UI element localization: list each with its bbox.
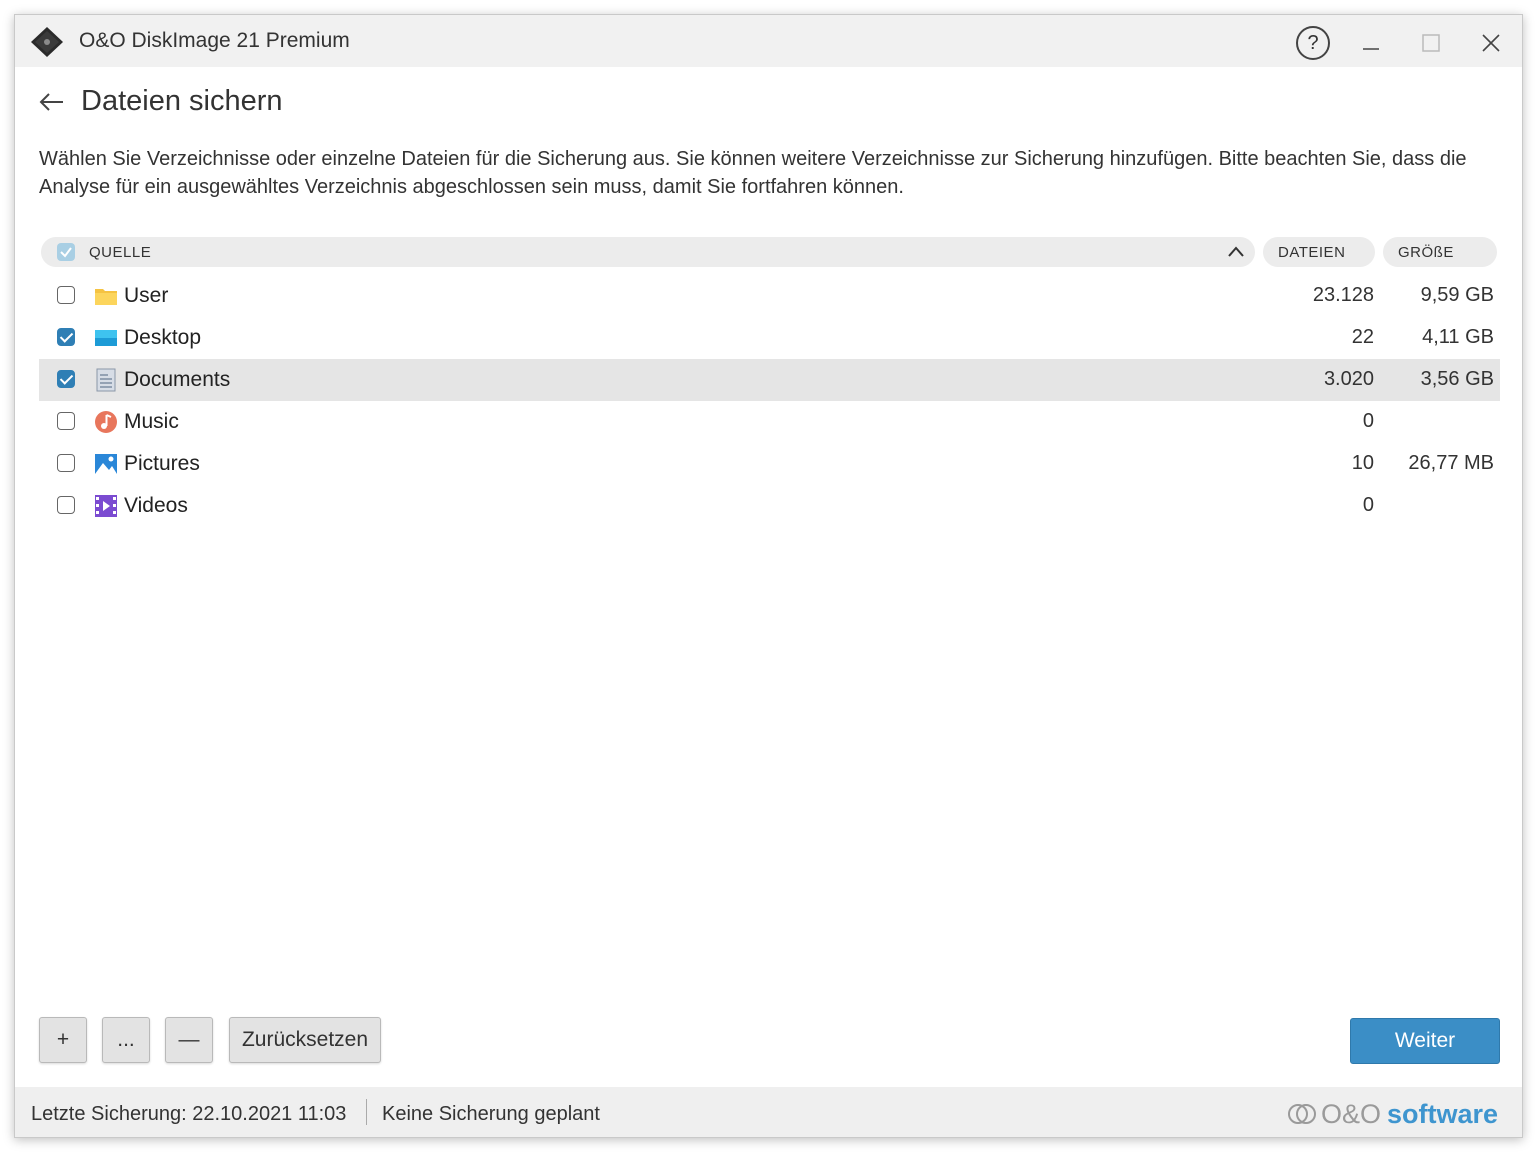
schedule-status: Keine Sicherung geplant xyxy=(382,1103,600,1125)
column-header-files[interactable]: DATEIEN xyxy=(1263,237,1375,267)
sort-chevron-up-icon[interactable] xyxy=(1227,245,1245,259)
folder-icon xyxy=(95,289,117,305)
close-button[interactable] xyxy=(1471,23,1511,63)
back-arrow-icon[interactable] xyxy=(37,87,67,117)
row-name: Videos xyxy=(124,494,188,517)
row-checkbox[interactable] xyxy=(57,286,75,304)
column-label-source: QUELLE xyxy=(89,244,152,261)
status-divider xyxy=(366,1099,367,1125)
row-checkbox[interactable] xyxy=(57,328,75,346)
more-button[interactable]: ... xyxy=(102,1017,150,1063)
row-name: User xyxy=(124,284,169,307)
select-all-checkbox[interactable] xyxy=(57,243,75,261)
row-checkbox[interactable] xyxy=(57,496,75,514)
row-size: 3,56 GB xyxy=(1420,368,1494,390)
app-logo-icon xyxy=(31,27,63,57)
list-item-pictures[interactable]: Pictures 10 26,77 MB xyxy=(39,443,1500,485)
list-item-documents[interactable]: Documents 3.020 3,56 GB xyxy=(39,359,1500,401)
row-checkbox[interactable] xyxy=(57,454,75,472)
help-icon: ? xyxy=(1296,26,1330,60)
remove-button[interactable]: — xyxy=(165,1017,213,1063)
column-header-source[interactable]: QUELLE xyxy=(41,237,1255,267)
add-button[interactable]: + xyxy=(39,1017,87,1063)
row-size: 4,11 GB xyxy=(1422,326,1494,348)
music-icon xyxy=(95,411,117,433)
row-files: 23.128 xyxy=(1312,284,1374,306)
pictures-icon xyxy=(95,454,117,474)
source-list: User 23.128 9,59 GB Desktop 22 4,11 GB D… xyxy=(39,275,1500,527)
minimize-button[interactable] xyxy=(1351,23,1391,63)
page-title: Dateien sichern xyxy=(81,85,283,117)
last-backup-status: Letzte Sicherung: 22.10.2021 11:03 xyxy=(31,1103,347,1125)
documents-icon xyxy=(96,368,116,392)
row-files: 3.020 xyxy=(1323,368,1374,390)
reset-button[interactable]: Zurücksetzen xyxy=(229,1017,381,1063)
brand-software-text: software xyxy=(1387,1098,1499,1129)
row-files: 0 xyxy=(1362,410,1374,432)
column-label-size: GRÖßE xyxy=(1398,244,1454,261)
row-checkbox[interactable] xyxy=(57,412,75,430)
row-size: 9,59 GB xyxy=(1420,284,1494,306)
row-name: Documents xyxy=(124,368,231,391)
desktop-icon xyxy=(95,330,117,346)
list-item-music[interactable]: Music 0 xyxy=(39,401,1500,443)
column-header-size[interactable]: GRÖßE xyxy=(1383,237,1497,267)
brand-logo: O&O software xyxy=(1287,1097,1498,1131)
page-description: Wählen Sie Verzeichnisse oder einzelne D… xyxy=(39,148,1467,198)
close-icon xyxy=(1482,34,1500,52)
window-title: O&O DiskImage 21 Premium xyxy=(79,29,350,52)
next-button[interactable]: Weiter xyxy=(1350,1018,1500,1064)
row-files: 10 xyxy=(1351,452,1374,474)
row-files: 22 xyxy=(1351,326,1374,348)
maximize-button[interactable] xyxy=(1411,23,1451,63)
status-bar: Letzte Sicherung: 22.10.2021 11:03 Keine… xyxy=(15,1087,1522,1137)
row-checkbox[interactable] xyxy=(57,370,75,388)
row-name: Desktop xyxy=(124,326,202,349)
brand-oo-text: O&O xyxy=(1321,1098,1382,1129)
row-name: Pictures xyxy=(124,452,200,475)
column-label-files: DATEIEN xyxy=(1278,244,1346,261)
maximize-icon xyxy=(1422,34,1440,52)
minimize-icon xyxy=(1363,48,1379,50)
list-item-desktop[interactable]: Desktop 22 4,11 GB xyxy=(39,317,1500,359)
row-name: Music xyxy=(124,410,179,433)
list-item-videos[interactable]: Videos 0 xyxy=(39,485,1500,527)
check-icon xyxy=(60,247,72,258)
list-item-user[interactable]: User 23.128 9,59 GB xyxy=(39,275,1500,317)
title-bar: O&O DiskImage 21 Premium ? xyxy=(15,15,1522,67)
row-files: 0 xyxy=(1362,494,1374,516)
videos-icon xyxy=(95,495,117,517)
brand-rings-icon xyxy=(1288,1104,1316,1124)
help-button[interactable]: ? xyxy=(1293,23,1333,63)
row-size: 26,77 MB xyxy=(1408,452,1494,474)
app-window: O&O DiskImage 21 Premium ? Dateien siche… xyxy=(14,14,1523,1138)
